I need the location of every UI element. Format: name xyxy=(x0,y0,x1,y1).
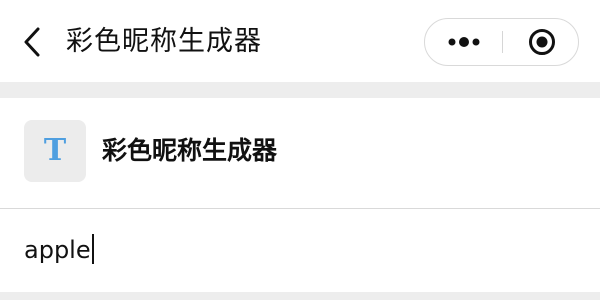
target-circle-icon xyxy=(529,29,555,55)
navigation-bar: 彩色昵称生成器 xyxy=(0,0,600,82)
text-caret xyxy=(91,234,94,264)
chevron-left-icon xyxy=(24,27,40,57)
page-title: 彩色昵称生成器 xyxy=(66,26,262,57)
nickname-input[interactable]: apple xyxy=(24,229,574,271)
back-button[interactable] xyxy=(18,24,50,60)
more-button[interactable] xyxy=(425,19,502,65)
menu-capsule xyxy=(424,18,579,66)
close-button[interactable] xyxy=(503,19,578,65)
app-info-card: T 彩色昵称生成器 xyxy=(0,98,600,208)
text-t-icon: T xyxy=(43,133,67,168)
more-dots-icon xyxy=(448,37,480,47)
app-icon: T xyxy=(24,120,86,182)
nickname-input-value: apple xyxy=(24,236,91,264)
app-name: 彩色昵称生成器 xyxy=(102,136,278,165)
input-row: apple xyxy=(0,209,600,292)
